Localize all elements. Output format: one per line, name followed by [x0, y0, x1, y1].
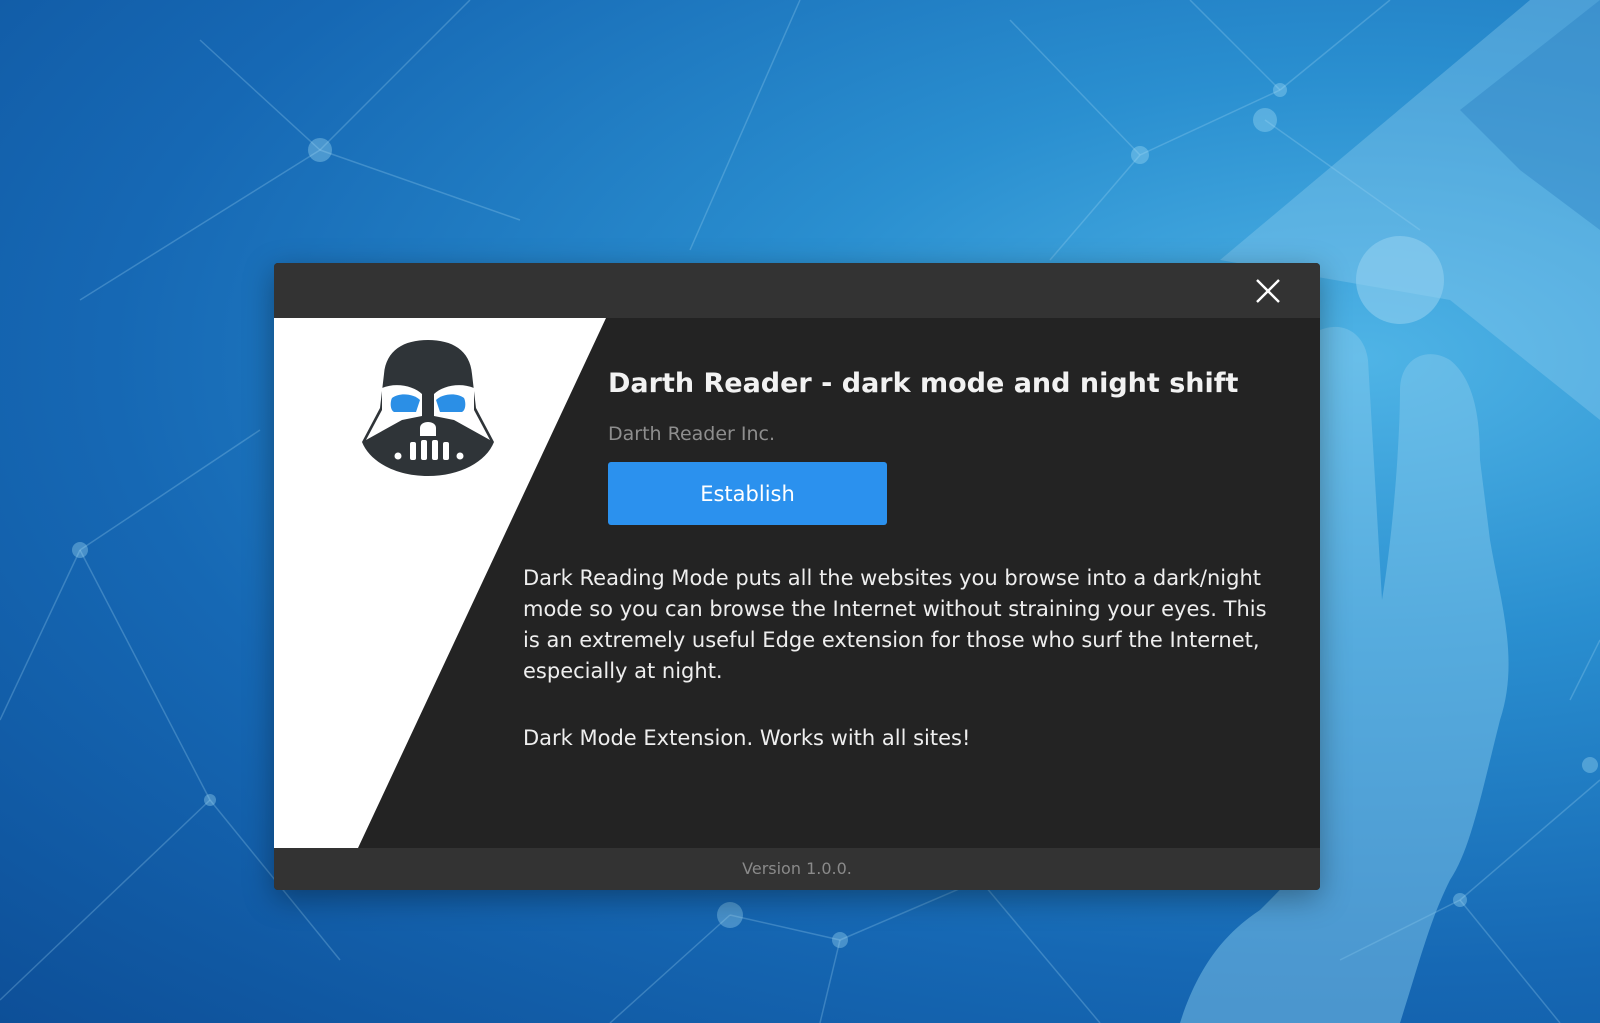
publisher-name: Darth Reader Inc.	[608, 423, 776, 445]
dialog-footer: Version 1.0.0.	[274, 848, 1320, 890]
install-button[interactable]: Establish	[608, 462, 887, 525]
dialog-content: Darth Reader - dark mode and night shift…	[274, 318, 1320, 848]
extension-title: Darth Reader - dark mode and night shift	[608, 368, 1239, 399]
close-button[interactable]	[1254, 277, 1282, 305]
dialog-titlebar	[274, 263, 1320, 318]
version-label: Version 1.0.0.	[742, 859, 852, 878]
darth-helmet-icon	[362, 340, 494, 476]
extension-install-dialog: Darth Reader - dark mode and night shift…	[274, 263, 1320, 890]
close-icon	[1256, 279, 1280, 303]
extension-description: Dark Reading Mode puts all the websites …	[523, 566, 1267, 683]
extension-tagline: Dark Mode Extension. Works with all site…	[523, 726, 971, 750]
desktop-background: Darth Reader - dark mode and night shift…	[0, 0, 1600, 1023]
